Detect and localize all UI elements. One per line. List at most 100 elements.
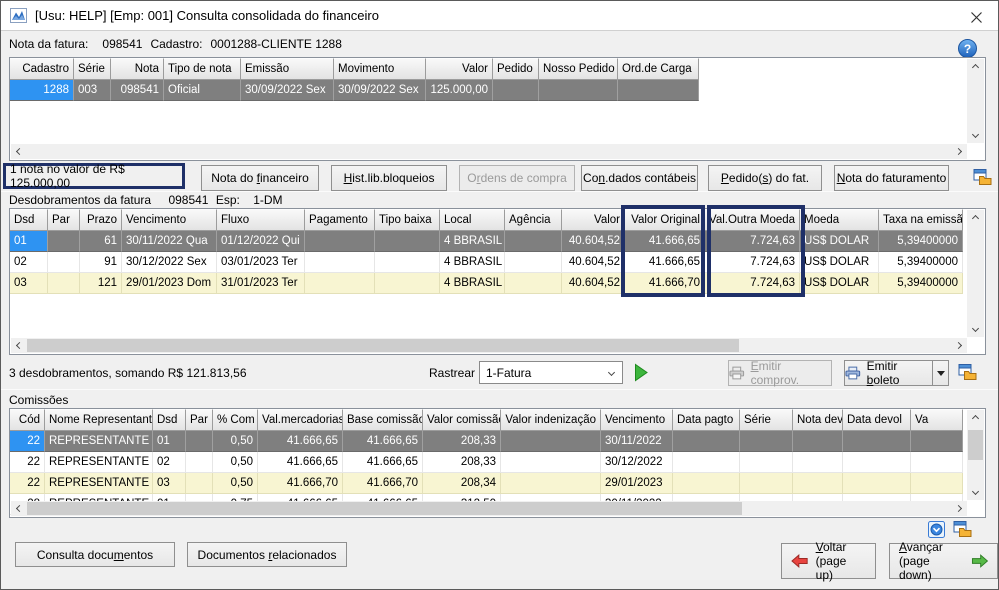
close-icon[interactable] bbox=[964, 7, 988, 27]
column-header[interactable]: Dsd bbox=[10, 209, 48, 231]
column-header[interactable]: Dsd bbox=[153, 409, 186, 431]
documentos-relacionados-button[interactable]: Documentos relacionados bbox=[187, 542, 347, 567]
cell bbox=[673, 431, 740, 452]
comissoes-hscrollbar[interactable] bbox=[11, 501, 967, 516]
table-row[interactable]: 22REPRESENTANTE 22020,5041.666,6541.666,… bbox=[10, 452, 985, 473]
scroll-down-icon[interactable] bbox=[967, 485, 984, 500]
column-header[interactable]: Emissão bbox=[241, 58, 334, 80]
scroll-down-icon[interactable] bbox=[967, 322, 984, 337]
rastrear-go-icon[interactable] bbox=[630, 360, 652, 385]
cell: REPRESENTANTE 22 bbox=[45, 473, 153, 494]
column-header[interactable]: Valor Original bbox=[625, 209, 705, 231]
table-row[interactable]: 0312129/01/2023 Dom31/01/2023 Ter4 BBRAS… bbox=[10, 273, 985, 294]
invoice-table-hscrollbar[interactable] bbox=[11, 144, 967, 159]
column-header[interactable]: Valor bbox=[426, 58, 493, 80]
column-header[interactable]: Data pagto bbox=[673, 409, 740, 431]
grid-export-icon[interactable] bbox=[957, 362, 977, 382]
pedidos-do-fat-button[interactable]: Pedido(s) do fat. bbox=[708, 165, 822, 191]
scroll-left-icon[interactable] bbox=[11, 144, 26, 159]
column-header[interactable]: Nome Representante bbox=[45, 409, 153, 431]
column-header[interactable]: Valor bbox=[562, 209, 625, 231]
column-header[interactable]: Va bbox=[911, 409, 963, 431]
hscroll-thumb[interactable] bbox=[27, 339, 739, 352]
scroll-up-icon[interactable] bbox=[967, 410, 984, 425]
nota-do-faturamento-button[interactable]: Nota do faturamento bbox=[834, 165, 949, 191]
collapse-circle-icon[interactable] bbox=[927, 520, 945, 538]
column-header[interactable]: Vencimento bbox=[122, 209, 217, 231]
cell bbox=[618, 80, 699, 101]
column-header[interactable]: % Com bbox=[213, 409, 258, 431]
avancar-sublabel: (page down) bbox=[899, 554, 964, 582]
column-header[interactable]: Cadastro bbox=[10, 58, 74, 80]
emitir-boleto-button[interactable]: Emitir boleto bbox=[844, 360, 933, 386]
scroll-down-icon[interactable] bbox=[967, 128, 984, 143]
column-header[interactable]: Pedido bbox=[493, 58, 539, 80]
separator bbox=[1, 389, 999, 390]
cell: 01 bbox=[153, 431, 186, 452]
scroll-right-icon[interactable] bbox=[952, 338, 967, 353]
scroll-up-icon[interactable] bbox=[967, 210, 984, 225]
nota-financeiro-button[interactable]: Nota do financeiro bbox=[201, 165, 319, 191]
scroll-left-icon[interactable] bbox=[11, 501, 26, 516]
column-header[interactable]: Série bbox=[740, 409, 793, 431]
column-header[interactable]: Nota bbox=[111, 58, 164, 80]
cell: 30/09/2022 Sex bbox=[241, 80, 334, 101]
desdobramentos-hscrollbar[interactable] bbox=[11, 338, 967, 353]
column-header[interactable]: Pagamento bbox=[305, 209, 375, 231]
hist-lib-bloqueios-button[interactable]: Hist.lib.bloqueios bbox=[331, 165, 447, 191]
invoice-table-vscrollbar[interactable] bbox=[967, 59, 984, 143]
comissoes-vscrollbar[interactable] bbox=[967, 410, 984, 500]
emitir-boleto-dropdown-button[interactable] bbox=[933, 360, 949, 386]
column-header[interactable]: Val.Outra Moeda bbox=[705, 209, 800, 231]
column-header[interactable]: Data devol bbox=[843, 409, 911, 431]
help-icon[interactable]: ? bbox=[958, 39, 977, 58]
voltar-button[interactable]: Voltar (page up) bbox=[781, 543, 876, 579]
column-header[interactable]: Tipo de nota bbox=[164, 58, 241, 80]
cell bbox=[843, 452, 911, 473]
column-header[interactable]: Nota dev. bbox=[793, 409, 843, 431]
avancar-button[interactable]: Avançar (page down) bbox=[889, 543, 998, 579]
column-header[interactable]: Movimento bbox=[334, 58, 426, 80]
emitir-comprovante-button[interactable]: Emitir comprov. bbox=[728, 360, 832, 386]
table-row[interactable]: 029130/12/2022 Sex03/01/2023 Ter4 BBRASI… bbox=[10, 252, 985, 273]
hscroll-thumb[interactable] bbox=[27, 502, 742, 515]
column-header[interactable]: Val.mercadorias bbox=[258, 409, 343, 431]
column-header[interactable]: Taxa na emissão bbox=[879, 209, 963, 231]
table-row[interactable]: 016130/11/2022 Qua01/12/2022 Qui4 BBRASI… bbox=[10, 231, 985, 252]
column-header[interactable]: Local bbox=[440, 209, 505, 231]
ordens-de-compra-button[interactable]: Ordens de compra bbox=[459, 165, 575, 191]
column-header[interactable]: Par bbox=[186, 409, 213, 431]
desdobramentos-vscrollbar[interactable] bbox=[967, 210, 984, 337]
column-header[interactable]: Tipo baixa bbox=[375, 209, 440, 231]
column-header[interactable]: Agência bbox=[505, 209, 562, 231]
vscroll-thumb[interactable] bbox=[968, 430, 983, 460]
grid-export-icon[interactable] bbox=[972, 167, 992, 187]
column-header[interactable]: Série bbox=[74, 58, 111, 80]
table-row[interactable]: 22REPRESENTANTE 22010,5041.666,6541.666,… bbox=[10, 431, 985, 452]
rastrear-select[interactable]: 1-Fatura bbox=[479, 361, 623, 384]
column-header[interactable]: Par bbox=[48, 209, 80, 231]
scroll-left-icon[interactable] bbox=[11, 338, 26, 353]
esp-label: Esp: bbox=[216, 193, 240, 207]
column-header[interactable]: Cód bbox=[10, 409, 45, 431]
column-header[interactable]: Valor comissão bbox=[423, 409, 501, 431]
consulta-documentos-button[interactable]: Consulta documentos bbox=[15, 542, 175, 567]
column-header[interactable]: Nosso Pedido bbox=[539, 58, 618, 80]
column-header[interactable]: Ord.de Carga bbox=[618, 58, 699, 80]
grid-export-icon[interactable] bbox=[952, 519, 972, 539]
scroll-right-icon[interactable] bbox=[952, 144, 967, 159]
scroll-up-icon[interactable] bbox=[967, 59, 984, 74]
cell: 208,33 bbox=[423, 452, 501, 473]
desdobramentos-nota: 098541 bbox=[168, 193, 208, 207]
voltar-sublabel: (page up) bbox=[816, 554, 866, 582]
column-header[interactable]: Base comissão bbox=[343, 409, 423, 431]
con-dados-contabeis-button[interactable]: Con.dados contábeis bbox=[581, 165, 698, 191]
scroll-right-icon[interactable] bbox=[952, 501, 967, 516]
column-header[interactable]: Moeda bbox=[800, 209, 879, 231]
column-header[interactable]: Vencimento bbox=[601, 409, 673, 431]
column-header[interactable]: Valor indenização bbox=[501, 409, 601, 431]
table-row[interactable]: 22REPRESENTANTE 22030,5041.666,7041.666,… bbox=[10, 473, 985, 494]
column-header[interactable]: Prazo bbox=[80, 209, 122, 231]
column-header[interactable]: Fluxo bbox=[217, 209, 305, 231]
table-row[interactable]: 1288003098541Oficial30/09/2022 Sex30/09/… bbox=[10, 80, 985, 101]
